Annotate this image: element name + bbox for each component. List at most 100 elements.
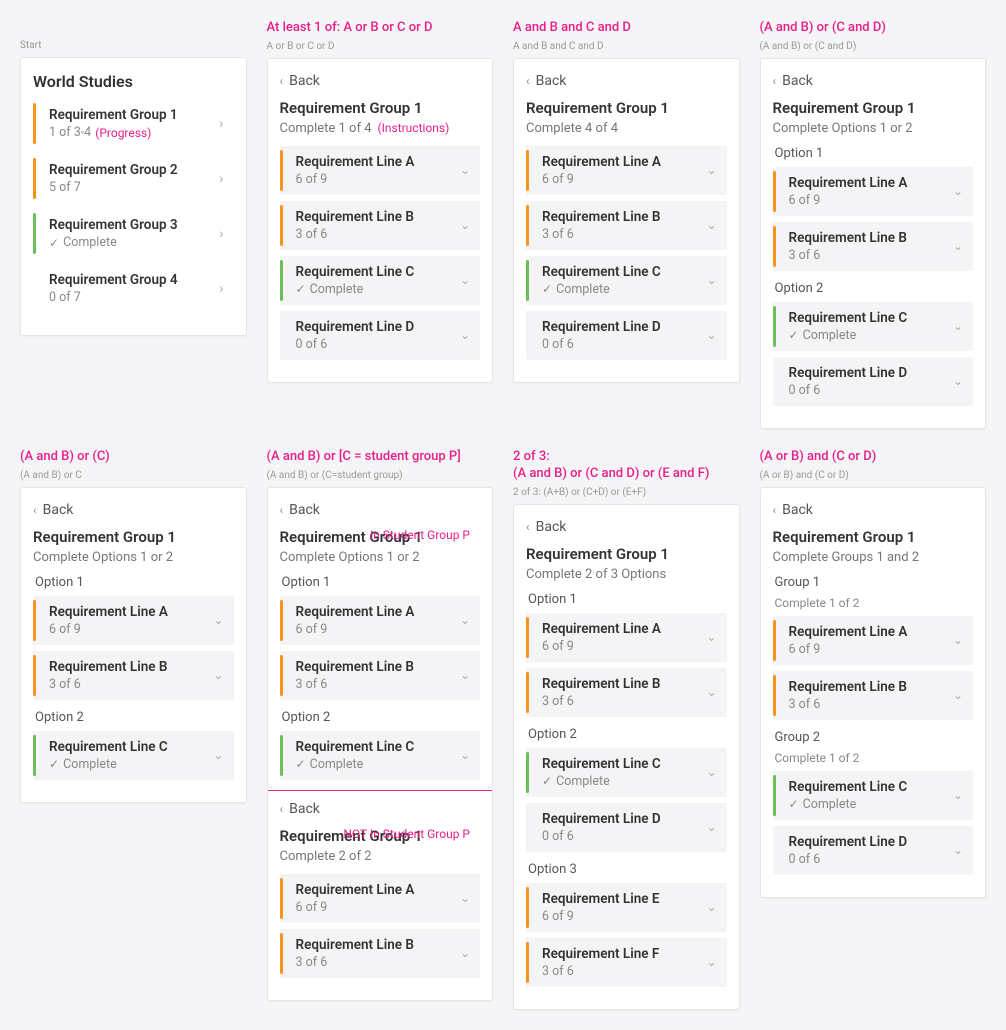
page-title: Requirement Group 1: [773, 99, 974, 117]
requirement-row[interactable]: Requirement Line F3 of 6⌄: [526, 938, 727, 987]
requirement-row[interactable]: Requirement Line A6 of 9⌄: [33, 596, 234, 645]
back-button[interactable]: ‹Back: [773, 502, 974, 518]
back-button[interactable]: ‹Back: [526, 73, 727, 89]
chevron-right-icon: ›: [219, 226, 223, 242]
section-sublabel: Complete 1 of 2: [775, 751, 974, 765]
requirement-row[interactable]: Requirement Line D0 of 6⌄: [526, 311, 727, 360]
instructions: Complete Options 1 or 2: [33, 550, 234, 565]
row-subtitle: 3 of 6: [49, 677, 213, 692]
requirement-row[interactable]: Requirement Line A6 of 9⌄: [773, 616, 974, 665]
requirement-row[interactable]: Requirement Line A6 of 9⌄: [280, 146, 481, 195]
requirement-row[interactable]: Requirement Line A6 of 9⌄: [280, 874, 481, 923]
row-title: Requirement Line B: [296, 937, 460, 953]
status-stripe: [280, 735, 283, 776]
chevron-down-icon: ⌄: [953, 184, 963, 198]
back-button[interactable]: ‹Back: [773, 73, 974, 89]
design-cell: (A and B) or (C)(A and B) or C‹BackRequi…: [20, 449, 247, 1010]
chevron-left-icon: ‹: [280, 503, 284, 517]
chevron-down-icon: ⌄: [706, 765, 716, 779]
row-title: Requirement Line C: [789, 779, 953, 795]
back-label: Back: [536, 73, 567, 89]
requirement-row[interactable]: Requirement Line C✓Complete⌄: [280, 731, 481, 780]
row-title: Requirement Line E: [542, 891, 706, 907]
row-subtitle: 3 of 6: [789, 248, 953, 263]
back-button[interactable]: ‹Back: [280, 73, 481, 89]
row-subtitle: ✓Complete: [542, 774, 706, 789]
check-icon: ✓: [49, 757, 59, 771]
requirement-row[interactable]: Requirement Line C✓Complete⌄: [280, 256, 481, 305]
requirement-row[interactable]: Requirement Line D0 of 6⌄: [773, 826, 974, 875]
cell-subheading: A and B and C and D: [513, 41, 740, 52]
requirement-row[interactable]: Requirement Line C ✓Complete⌄: [526, 748, 727, 797]
row-subtitle: 6 of 9: [296, 172, 460, 187]
chevron-down-icon: ⌄: [953, 843, 963, 857]
back-button[interactable]: ‹Back: [280, 801, 481, 817]
row-title: Requirement Line B: [296, 659, 460, 675]
requirement-row[interactable]: Requirement Line E6 of 9⌄: [526, 883, 727, 932]
chevron-right-icon: ›: [219, 171, 223, 187]
requirement-row[interactable]: Requirement Line C✓Complete⌄: [33, 731, 234, 780]
requirement-row[interactable]: Requirement Line A6 of 9⌄: [526, 613, 727, 662]
row-title: Requirement Line A: [789, 175, 953, 191]
section-label: Option 2: [775, 281, 974, 296]
annotation: (Instructions): [378, 121, 450, 135]
status-stripe: [33, 158, 36, 199]
requirement-row[interactable]: Requirement Group 25 of 7›: [33, 154, 234, 203]
page-title: Requirement Group 1: [526, 99, 727, 117]
requirement-row[interactable]: Requirement Line C✓Complete⌄: [526, 256, 727, 305]
requirement-row[interactable]: Requirement Line C✓Complete⌄: [773, 771, 974, 820]
status-stripe: [33, 655, 36, 696]
chevron-down-icon: ⌄: [706, 900, 716, 914]
requirement-row[interactable]: Requirement Line A6 of 9⌄: [526, 146, 727, 195]
requirement-row[interactable]: Requirement Line C✓Complete⌄: [773, 302, 974, 351]
requirement-row[interactable]: Requirement Line B3 of 6⌄: [773, 671, 974, 720]
back-button[interactable]: ‹Back: [526, 519, 727, 535]
requirement-row[interactable]: Requirement Line B3 of 6⌄: [280, 201, 481, 250]
row-title: Requirement Line B: [49, 659, 213, 675]
row-subtitle: 3 of 6: [542, 964, 706, 979]
chevron-down-icon: ⌄: [953, 688, 963, 702]
mock-panel: ‹BackRequirement Group 1Complete 1 of 4(…: [267, 58, 494, 383]
requirement-row[interactable]: Requirement Line A6 of 9⌄: [773, 167, 974, 216]
back-button[interactable]: ‹Back: [280, 502, 481, 518]
cell-heading: 2 of 3: (A and B) or (C and D) or (E and…: [513, 449, 740, 483]
requirement-row[interactable]: Requirement Group 3✓Complete›: [33, 209, 234, 258]
back-button[interactable]: ‹Back: [33, 502, 234, 518]
row-title: Requirement Line B: [789, 230, 953, 246]
row-title: Requirement Line D: [296, 319, 460, 335]
requirement-row[interactable]: Requirement Line B3 of 6⌄: [773, 222, 974, 271]
requirement-row[interactable]: Requirement Line B3 of 6⌄: [280, 929, 481, 978]
design-cell: (A and B) or [C = student group P](A and…: [267, 449, 494, 1010]
check-icon: ✓: [789, 797, 799, 811]
chevron-down-icon: ⌄: [953, 633, 963, 647]
row-subtitle: 1 of 3-4(Progress): [49, 125, 219, 140]
back-label: Back: [289, 801, 320, 817]
row-subtitle: 0 of 6: [789, 383, 953, 398]
requirement-row[interactable]: Requirement Line B3 of 6⌄: [526, 201, 727, 250]
check-icon: ✓: [296, 757, 306, 771]
chevron-down-icon: ⌄: [460, 163, 470, 177]
requirement-row[interactable]: Requirement Group 40 of 7›: [33, 264, 234, 313]
variant-divider: [268, 790, 493, 791]
chevron-right-icon: ›: [219, 281, 223, 297]
requirement-row[interactable]: Requirement Group 11 of 3-4(Progress)›: [33, 99, 234, 148]
mock-panel: ‹BackRequirement Group 1Complete 4 of 4R…: [513, 58, 740, 383]
requirement-row[interactable]: Requirement Line B3 of 6⌄: [526, 668, 727, 717]
section-label: Option 1: [775, 146, 974, 161]
cell-heading: (A or B) and (C or D): [760, 449, 987, 466]
row-title: Requirement Line C: [542, 756, 706, 772]
requirement-row[interactable]: Requirement Line B3 of 6⌄: [280, 651, 481, 700]
status-stripe: [773, 171, 776, 212]
mock-panel: World StudiesRequirement Group 11 of 3-4…: [20, 57, 247, 336]
status-stripe: [773, 361, 776, 402]
mock-panel: ‹BackRequirement Group 1In Student Group…: [267, 487, 494, 1001]
status-stripe: [280, 205, 283, 246]
row-subtitle: ✓Complete: [296, 282, 460, 297]
requirement-row[interactable]: Requirement Line A6 of 9⌄: [280, 596, 481, 645]
requirement-row[interactable]: Requirement Line D0 of 6⌄: [526, 803, 727, 852]
instructions: Complete 2 of 2: [280, 849, 481, 864]
requirement-row[interactable]: Requirement Line B3 of 6⌄: [33, 651, 234, 700]
back-label: Back: [782, 502, 813, 518]
requirement-row[interactable]: Requirement Line D0 of 6⌄: [280, 311, 481, 360]
requirement-row[interactable]: Requirement Line D0 of 6⌄: [773, 357, 974, 406]
